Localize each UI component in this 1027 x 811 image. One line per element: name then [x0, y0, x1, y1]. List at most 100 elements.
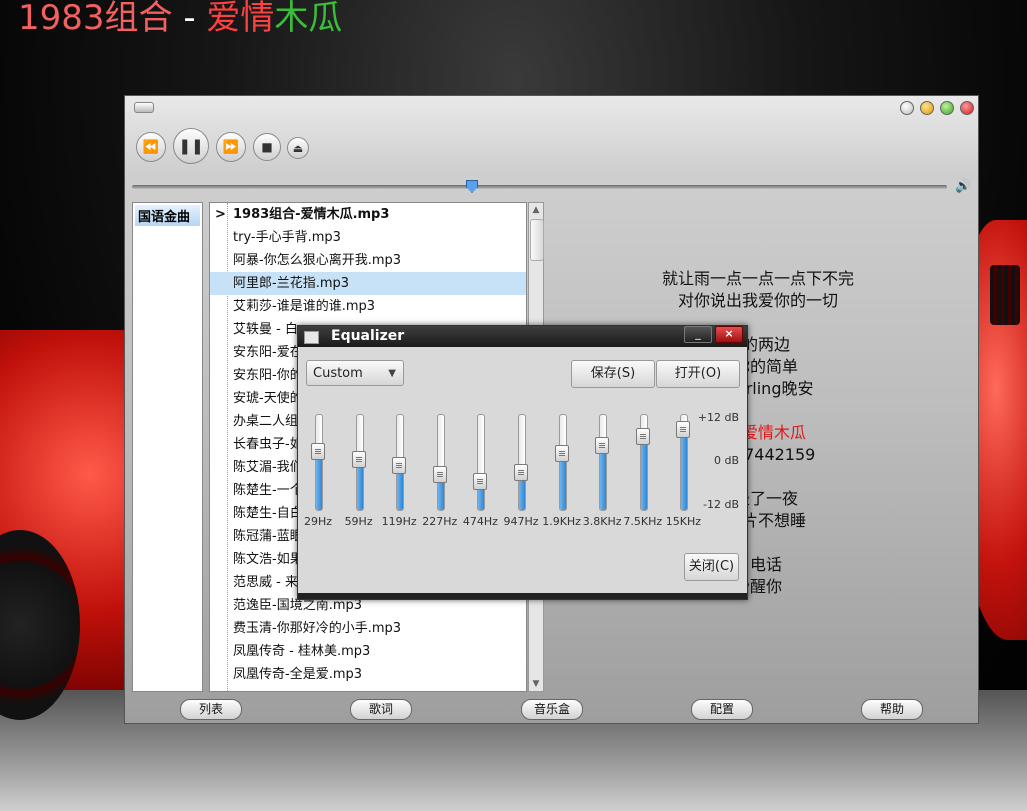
- db-min-label: -12 dB: [703, 498, 739, 511]
- eq-band-label: 227Hz: [422, 515, 458, 528]
- eq-band-label: 15KHz: [665, 515, 702, 528]
- eq-band-thumb[interactable]: [595, 437, 610, 454]
- playlist-row-title: 凤凰传奇 - 桂林美.mp3: [233, 644, 371, 659]
- scroll-down-icon[interactable]: ▼: [529, 677, 543, 691]
- eq-band: 227Hz: [420, 411, 460, 531]
- db-max-label: +12 dB: [697, 411, 739, 424]
- eq-band: 59Hz: [339, 411, 379, 531]
- speaker-icon[interactable]: 🔊: [955, 179, 971, 194]
- playlist-row[interactable]: 凤凰传奇-全是爱.mp3: [210, 663, 526, 686]
- playlist-row[interactable]: 阿里郎-兰花指.mp3: [210, 272, 526, 295]
- playlist-row-title: 费玉清-你那好冷的小手.mp3: [233, 621, 402, 636]
- playlist-row-title: 安东阳-爱在: [233, 345, 303, 360]
- category-item[interactable]: 国语金曲: [135, 205, 200, 226]
- stop-button[interactable]: ■: [253, 133, 281, 161]
- now-playing-title: 1983组合 - 爱情木瓜: [18, 0, 342, 40]
- window-minimize-button[interactable]: [920, 101, 934, 115]
- eq-band: 119Hz: [379, 411, 419, 531]
- playlist-row-title: 陈楚生-自白: [233, 506, 303, 521]
- rewind-icon: ⏪: [142, 139, 160, 155]
- window-shade-button[interactable]: [900, 101, 914, 115]
- car-vent-shape: [990, 265, 1020, 325]
- eq-band-label: 474Hz: [462, 515, 498, 528]
- eq-band-thumb[interactable]: [351, 451, 366, 468]
- window-icon: [304, 331, 319, 344]
- eq-band-label: 59Hz: [344, 515, 373, 528]
- playlist-row-title: 安琥-天使的: [233, 391, 303, 406]
- playlist-row[interactable]: 艾莉莎-谁是谁的谁.mp3: [210, 295, 526, 318]
- eq-band-thumb[interactable]: [392, 457, 407, 474]
- music-box-button[interactable]: 音乐盒: [521, 699, 583, 720]
- stop-icon: ■: [261, 140, 273, 154]
- open-button[interactable]: 打开(O): [656, 360, 740, 388]
- seek-bar[interactable]: [132, 180, 947, 193]
- eq-band: 3.8KHz: [582, 411, 622, 531]
- playlist-row[interactable]: 阿暴-你怎么狠心离开我.mp3: [210, 249, 526, 272]
- pause-button[interactable]: ❚❚: [173, 128, 209, 164]
- playlist-row-title: 陈文浩-如果: [233, 552, 303, 567]
- eq-band-thumb[interactable]: [676, 421, 691, 438]
- now-playing-marker: >: [215, 207, 226, 222]
- eq-band-slider[interactable]: [558, 414, 567, 511]
- eq-band-slider[interactable]: [518, 414, 526, 511]
- eq-band-thumb[interactable]: [554, 445, 569, 462]
- playlist-row[interactable]: 费玉清-你那好冷的小手.mp3: [210, 617, 526, 640]
- lyrics-button[interactable]: 歌词: [350, 699, 412, 720]
- window-close-button[interactable]: [960, 101, 974, 115]
- playlist-row-title: 陈冠蒲-蓝眼: [233, 529, 303, 544]
- equalizer-title: Equalizer: [331, 328, 405, 344]
- eq-band-slider[interactable]: [436, 414, 445, 511]
- eq-band-slider[interactable]: [599, 414, 608, 511]
- preset-select[interactable]: Custom ▼: [306, 360, 404, 386]
- eq-band-label: 3.8KHz: [582, 515, 622, 528]
- playlist-row-title: 凤凰传奇-全是爱.mp3: [233, 667, 363, 682]
- window-maximize-button[interactable]: [940, 101, 954, 115]
- eq-band-label: 7.5KHz: [623, 515, 663, 528]
- eq-band-thumb[interactable]: [473, 473, 488, 490]
- eq-band-label: 947Hz: [503, 515, 539, 528]
- forward-button[interactable]: ⏩: [216, 132, 246, 162]
- seek-knob[interactable]: [466, 180, 478, 193]
- playlist-row[interactable]: >1983组合-爱情木瓜.mp3: [210, 203, 526, 226]
- close-button[interactable]: 关闭(C): [684, 553, 739, 581]
- eq-band: 15KHz: [663, 411, 703, 531]
- eq-band: 1.9KHz: [542, 411, 582, 531]
- playlist-row[interactable]: 凤凰传奇 - 桂林美.mp3: [210, 640, 526, 663]
- eq-band-thumb[interactable]: [311, 443, 325, 460]
- playlist-row-title: 范思威 - 来: [233, 575, 298, 590]
- eject-icon: ⏏: [292, 141, 304, 155]
- eq-band-slider[interactable]: [477, 414, 486, 511]
- lyric-line: 就让雨一点一点一点下不完: [661, 269, 854, 288]
- window-menu-icon[interactable]: [134, 102, 154, 113]
- playlist-button[interactable]: 列表: [180, 699, 242, 720]
- eq-band-slider[interactable]: [315, 414, 323, 511]
- equalizer-titlebar[interactable]: Equalizer _ ×: [298, 326, 747, 347]
- playlist-row-title: 1983组合-爱情木瓜.mp3: [233, 207, 390, 222]
- rewind-button[interactable]: ⏪: [136, 132, 166, 162]
- eject-button[interactable]: ⏏: [287, 137, 309, 159]
- settings-button[interactable]: 配置: [691, 699, 753, 720]
- chevron-down-icon: ▼: [388, 368, 396, 379]
- equalizer-bands: 29Hz 59Hz 119Hz 227Hz 474Hz 947Hz 1.9KHz 3.8KHz…: [298, 411, 747, 528]
- playlist-row-title: 阿暴-你怎么狠心离开我.mp3: [233, 253, 402, 268]
- scrollbar-thumb[interactable]: [530, 219, 544, 261]
- eq-band-label: 1.9KHz: [542, 515, 581, 528]
- eq-band-thumb[interactable]: [635, 428, 650, 445]
- playlist-row[interactable]: try-手心手背.mp3: [210, 226, 526, 249]
- save-button[interactable]: 保存(S): [571, 360, 655, 388]
- lyric-line: 对你说出我爱你的一切: [677, 291, 838, 310]
- equalizer-close-icon[interactable]: ×: [715, 326, 743, 343]
- forward-icon: ⏩: [222, 139, 240, 155]
- playlist-row-title: 长春虫子-如: [233, 437, 303, 452]
- eq-band-thumb[interactable]: [514, 464, 528, 481]
- playlist-row-title: 陈艾湄-我们: [233, 460, 303, 475]
- help-button[interactable]: 帮助: [861, 699, 923, 720]
- playlist-row-title: try-手心手背.mp3: [233, 230, 341, 245]
- eq-band-thumb[interactable]: [432, 466, 447, 483]
- playlist-row-title: 艾轶曼 - 白: [233, 322, 298, 337]
- eq-band-label: 119Hz: [381, 515, 417, 528]
- equalizer-minimize-button[interactable]: _: [684, 326, 712, 343]
- scroll-up-icon[interactable]: ▲: [529, 203, 543, 217]
- playlist-row-title: 艾莉莎-谁是谁的谁.mp3: [233, 299, 376, 314]
- car-wheel-shape: [0, 530, 80, 720]
